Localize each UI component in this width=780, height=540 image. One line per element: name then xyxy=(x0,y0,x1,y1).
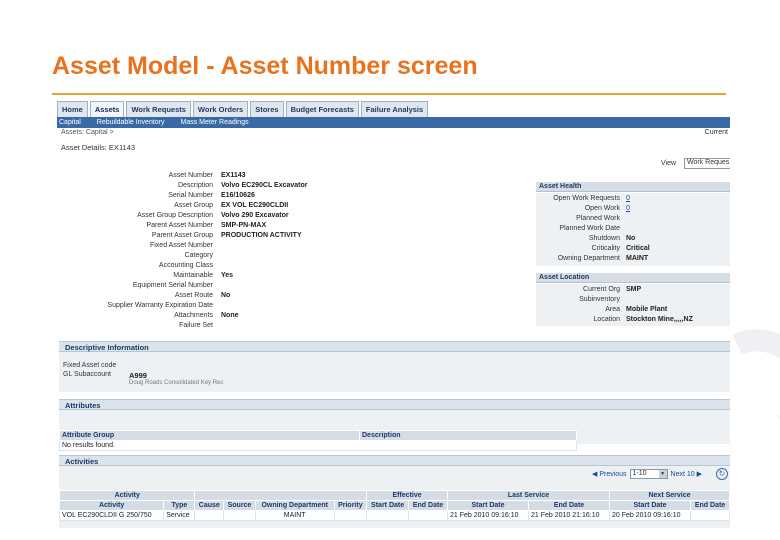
tab-budget-forecasts[interactable]: Budget Forecasts xyxy=(285,101,359,117)
health-open-work-requests: Open Work Requests 0 xyxy=(553,195,630,202)
detail-asset-number: Asset Number EX1143 xyxy=(168,172,246,179)
attributes-header: Attributes xyxy=(59,399,730,410)
breadcrumb-row: Assets: Capital > Current xyxy=(57,128,730,137)
gl-subaccount-description: Doug Roads Consolidated Key Rec xyxy=(129,380,224,386)
tab-home[interactable]: Home xyxy=(57,101,88,117)
tab-failure-analysis[interactable]: Failure Analysis xyxy=(360,101,429,117)
tab-work-requests[interactable]: Work Requests xyxy=(126,101,191,117)
oracle-eam-window: Home Assets Work Requests Work Orders St… xyxy=(57,101,730,528)
subtab-mass-meter-readings[interactable]: Mass Meter Readings xyxy=(181,119,249,126)
descriptive-information-section: Descriptive Information Fixed Asset code… xyxy=(59,341,730,392)
location-subinventory: Subinventory xyxy=(579,296,620,303)
activities-table: Activity Effective Last Service Next Ser… xyxy=(58,490,730,521)
activities-header: Activities xyxy=(59,455,730,466)
view-label: View xyxy=(661,160,677,167)
asset-health-header: Asset Health xyxy=(536,182,730,192)
health-owning-department: Owning Department MAINT xyxy=(557,255,649,262)
gl-subaccount-value: A999 xyxy=(129,371,147,380)
attributes-table: Attribute Group Description No results f… xyxy=(59,430,577,451)
attribute-description-header: Description xyxy=(359,430,577,441)
main-tabs: Home Assets Work Requests Work Orders St… xyxy=(57,101,730,117)
health-planned-work-date: Planned Work Date xyxy=(559,225,620,232)
next-link[interactable]: Next 10 ▶ xyxy=(671,470,702,478)
health-criticality: Criticality Critical xyxy=(591,245,650,252)
previous-link[interactable]: ◀ Previous xyxy=(592,470,627,478)
location-area: Area Mobile Plant xyxy=(605,306,668,313)
tab-stores[interactable]: Stores xyxy=(250,101,284,117)
breadcrumb[interactable]: Assets: Capital > xyxy=(61,129,114,136)
activities-header-row: Activity Type Cause Source Owning Depart… xyxy=(58,500,730,511)
refresh-icon[interactable]: ↻ xyxy=(716,468,728,480)
current-label: Current xyxy=(704,129,728,136)
tab-work-orders[interactable]: Work Orders xyxy=(192,101,249,117)
asset-location-panel: Current Org SMP Subinventory Area Mobile… xyxy=(536,284,730,326)
attributes-section: Attributes Attribute Group Description N… xyxy=(59,399,730,451)
page-title: Asset Details: EX1143 xyxy=(61,143,136,152)
health-planned-work: Planned Work xyxy=(576,215,620,222)
slide-title: Asset Model - Asset Number screen xyxy=(52,52,478,80)
range-select[interactable]: 1-10 ▼ xyxy=(629,469,668,479)
subtab-rebuildable-inventory[interactable]: Rebuildable Inventory xyxy=(97,119,165,126)
table-row[interactable]: VOL EC290CLDII G 250/750 Service MAINT 2… xyxy=(58,510,730,521)
attributes-empty-text: No results found. xyxy=(59,440,577,451)
subtab-capital[interactable]: Capital xyxy=(59,119,81,126)
descriptive-information-header: Descriptive Information xyxy=(59,341,730,352)
activities-group-header-row: Activity Effective Last Service Next Ser… xyxy=(58,490,730,501)
chevron-down-icon: ▼ xyxy=(658,470,667,478)
health-shutdown: Shutdown No xyxy=(588,235,636,242)
activities-pager: ◀ Previous 1-10 ▼ Next 10 ▶ xyxy=(592,469,702,479)
tab-assets[interactable]: Assets xyxy=(89,101,125,117)
fixed-asset-code-label: Fixed Asset code xyxy=(63,362,117,369)
health-open-work: Open Work 0 xyxy=(584,205,630,212)
asset-location-header: Asset Location xyxy=(536,273,730,283)
location-current-org: Current Org SMP xyxy=(583,286,642,293)
view-select[interactable]: Work Reques xyxy=(684,158,730,169)
activities-section: Activities ◀ Previous 1-10 ▼ Next 10 ▶ ↻… xyxy=(58,455,730,528)
location-location: Location Stockton Mine,,,,,NZ xyxy=(593,316,693,323)
title-rule xyxy=(52,93,726,95)
attribute-group-header: Attribute Group xyxy=(59,430,360,441)
gl-subaccount-label: GL Subaccount xyxy=(63,371,111,378)
asset-health-panel: Open Work Requests 0 Open Work 0 Planned… xyxy=(536,193,730,266)
sub-tabs: Capital Rebuildable Inventory Mass Meter… xyxy=(57,117,730,128)
